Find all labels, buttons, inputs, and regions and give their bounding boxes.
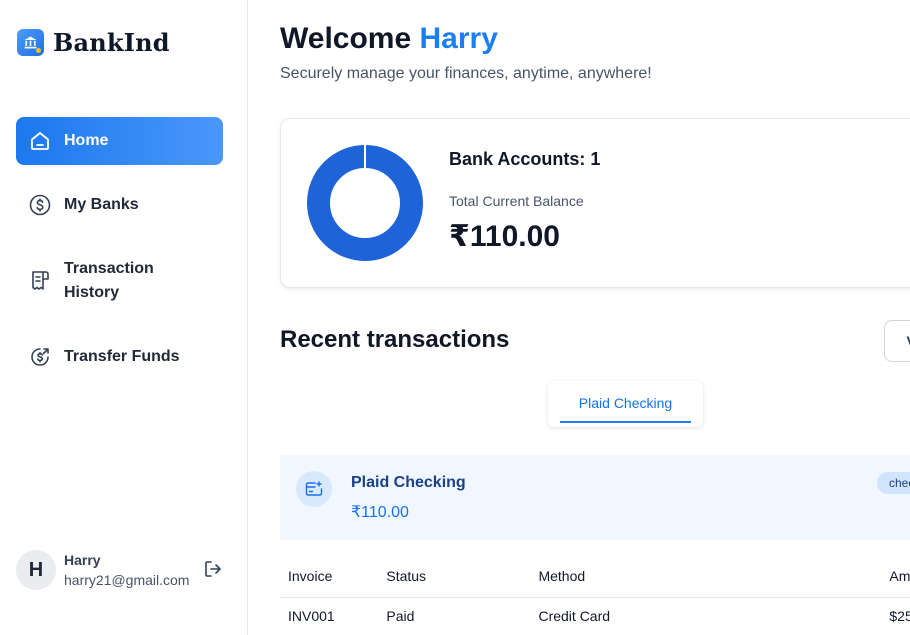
- main-content: Welcome Harry Securely manage your finan…: [248, 0, 910, 635]
- sidebar-item-home[interactable]: Home: [16, 117, 223, 165]
- column-header-invoice: Invoice: [280, 556, 379, 598]
- sidebar-item-transfer-funds[interactable]: Transfer Funds: [16, 334, 223, 380]
- sidebar-item-label: Transfer Funds: [64, 348, 180, 365]
- receipt-icon: [28, 269, 52, 293]
- bank-tabs: Plaid Checking: [548, 381, 703, 427]
- account-balance: ₹110.00: [351, 504, 409, 521]
- card-icon: [296, 471, 332, 507]
- sidebar-item-label: My Banks: [64, 196, 139, 213]
- dollar-circle-icon: [28, 193, 52, 217]
- user-name: Harry: [64, 552, 101, 568]
- page-title: Welcome Harry: [280, 22, 498, 55]
- sidebar-item-transaction-history[interactable]: Transaction History: [16, 256, 223, 306]
- avatar: H: [16, 550, 56, 590]
- cell-method: Credit Card: [538, 608, 611, 625]
- brand[interactable]: BankInd: [17, 28, 170, 57]
- user-email: harry21@gmail.com: [64, 572, 190, 588]
- cell-amount: $250.00: [889, 608, 910, 625]
- sidebar-item-label: Transaction History: [64, 260, 154, 301]
- sidebar-item-label: Home: [64, 132, 109, 149]
- recent-transactions-title: Recent transactions: [280, 326, 510, 353]
- table-header-row: Invoice Status Method Amount: [280, 556, 910, 598]
- home-icon: [28, 129, 52, 153]
- sidebar: BankInd Home My Banks Transaction Histor…: [0, 0, 248, 635]
- total-balance-value: ₹110.00: [449, 220, 560, 253]
- sidebar-item-my-banks[interactable]: My Banks: [16, 182, 223, 228]
- total-balance-label: Total Current Balance: [449, 193, 584, 209]
- bank-account-info[interactable]: Plaid Checking ₹110.00 checking: [280, 455, 910, 540]
- donut-segment: [307, 145, 423, 261]
- user-info: Harry harry21@gmail.com: [64, 550, 189, 590]
- username-highlight: Harry: [419, 22, 498, 55]
- tab-plaid-checking[interactable]: Plaid Checking: [560, 381, 691, 423]
- brand-name: BankInd: [53, 28, 170, 57]
- balance-donut-chart: [307, 145, 423, 261]
- user-profile[interactable]: H Harry harry21@gmail.com: [16, 548, 231, 592]
- bank-accounts-count: Bank Accounts: 1: [449, 149, 601, 169]
- page-subtitle: Securely manage your finances, anytime, …: [280, 65, 652, 82]
- transactions-table: Invoice Status Method Amount INV001 Paid…: [280, 556, 910, 635]
- bank-logo-icon: [17, 29, 44, 56]
- table-row[interactable]: INV001 Paid Credit Card $250.00: [280, 597, 910, 635]
- total-balance-card: Bank Accounts: 1 Total Current Balance ₹…: [280, 118, 910, 288]
- account-type-badge: checking: [877, 472, 910, 494]
- cell-invoice: INV001: [288, 608, 335, 625]
- cell-status: Paid: [386, 608, 415, 625]
- logout-icon[interactable]: [203, 559, 223, 579]
- money-send-icon: [28, 345, 52, 369]
- column-header-status: Status: [378, 556, 531, 598]
- column-header-method: Method: [530, 556, 882, 598]
- account-name: Plaid Checking: [351, 474, 466, 491]
- view-all-button[interactable]: View all: [884, 320, 910, 362]
- column-header-amount: Amount: [881, 556, 910, 598]
